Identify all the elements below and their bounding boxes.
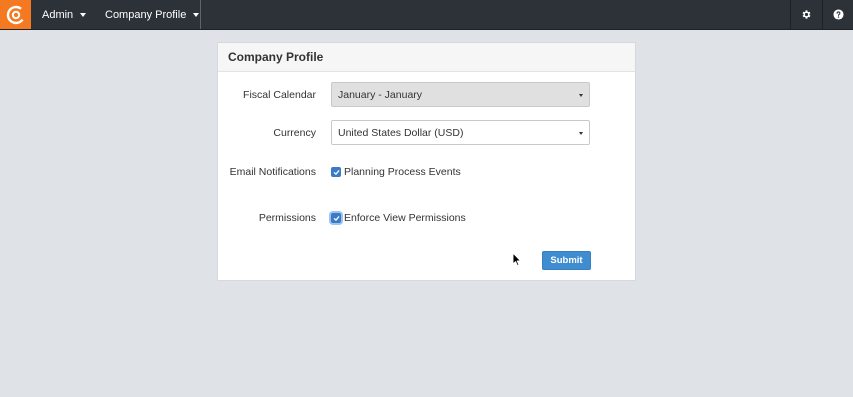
- brand-logo-icon[interactable]: [0, 0, 31, 29]
- settings-button[interactable]: [790, 0, 822, 29]
- submit-button[interactable]: Submit: [542, 251, 591, 270]
- fiscal-calendar-label: Fiscal Calendar: [243, 89, 316, 101]
- fiscal-calendar-value: January - January: [338, 88, 423, 101]
- planning-process-events-checkbox[interactable]: [331, 167, 341, 177]
- currency-select[interactable]: United States Dollar (USD): [331, 120, 590, 145]
- chevron-down-icon: [80, 12, 87, 17]
- company-profile-panel: Company Profile Fiscal Calendar January …: [217, 42, 636, 281]
- chevron-down-icon: [193, 12, 200, 17]
- admin-menu[interactable]: Admin: [42, 0, 87, 29]
- admin-menu-label: Admin: [42, 8, 74, 21]
- chevron-down-icon: [579, 132, 583, 135]
- chevron-down-icon: [579, 94, 583, 97]
- panel-title: Company Profile: [218, 43, 635, 72]
- gear-icon: [802, 10, 811, 19]
- currency-label: Currency: [273, 127, 316, 139]
- currency-value: United States Dollar (USD): [338, 126, 464, 139]
- planning-process-events-label: Planning Process Events: [344, 166, 461, 178]
- company-profile-menu[interactable]: Company Profile: [105, 0, 200, 29]
- top-navbar: Admin Company Profile: [0, 0, 853, 30]
- enforce-view-permissions-option: Enforce View Permissions: [331, 212, 466, 224]
- check-icon: [333, 169, 339, 175]
- planning-process-events-option: Planning Process Events: [331, 166, 461, 178]
- enforce-view-permissions-checkbox[interactable]: [331, 213, 341, 223]
- permissions-label: Permissions: [258, 212, 316, 224]
- question-icon: [833, 9, 844, 20]
- email-notifications-label: Email Notifications: [229, 166, 316, 178]
- fiscal-calendar-select[interactable]: January - January: [331, 82, 590, 107]
- help-button[interactable]: [822, 0, 853, 29]
- company-profile-menu-label: Company Profile: [105, 8, 187, 21]
- check-icon: [333, 215, 339, 221]
- mouse-cursor-icon: [512, 252, 522, 267]
- nav-divider: [200, 0, 201, 29]
- enforce-view-permissions-label: Enforce View Permissions: [344, 212, 466, 224]
